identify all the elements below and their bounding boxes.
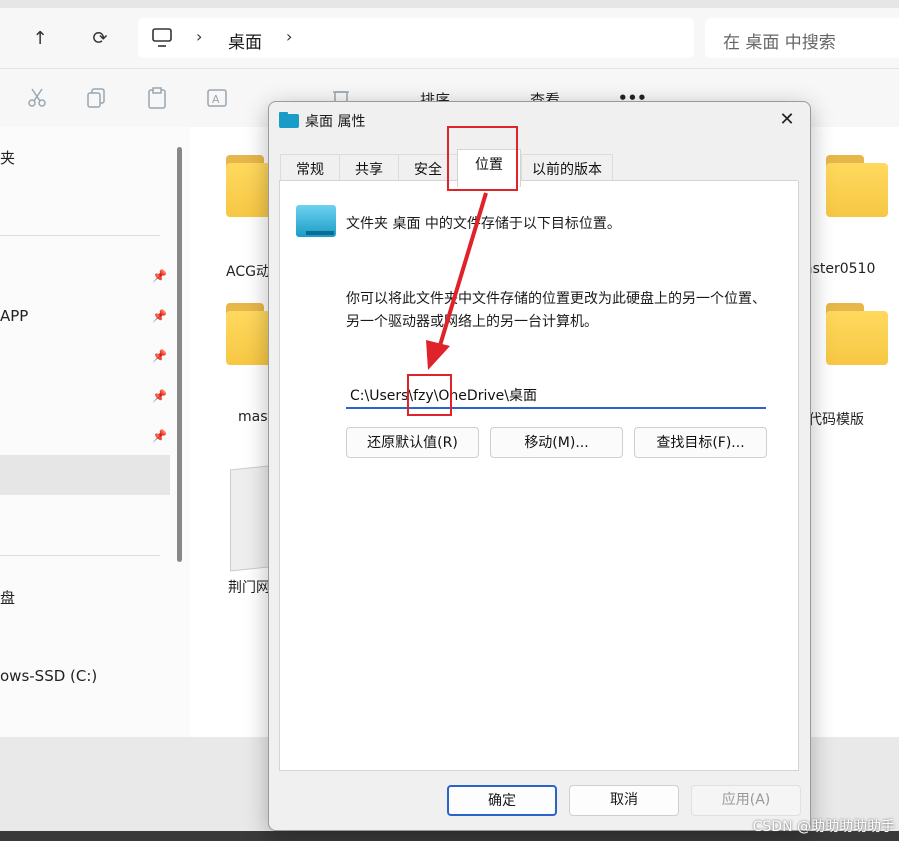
annotation-box-tab [447, 126, 518, 191]
search-placeholder: 在 桌面 中搜索 [723, 33, 836, 53]
cancel-button[interactable]: 取消 [569, 785, 679, 816]
folder-icon [296, 205, 336, 237]
nav-item[interactable]: 夹 [0, 147, 15, 168]
move-button[interactable]: 移动(M)... [490, 427, 623, 458]
ok-button[interactable]: 确定 [447, 785, 557, 816]
file-label[interactable]: 代码模版 [808, 409, 864, 429]
file-label[interactable]: aster0510 [804, 261, 875, 277]
paste-icon[interactable] [146, 87, 168, 109]
dialog-title: 桌面 属性 [305, 114, 366, 130]
file-label[interactable]: ACG动 [226, 261, 270, 281]
pin-icon[interactable]: 📌 [152, 349, 167, 363]
nav-item-selected[interactable] [0, 455, 170, 495]
refresh-icon[interactable]: ⟳ [84, 22, 116, 54]
location-help-text: 你可以将此文件夹中文件存储的位置更改为此硬盘上的另一个位置、另一个驱动器或网络上… [346, 291, 766, 330]
find-target-button[interactable]: 查找目标(F)... [634, 427, 767, 458]
search-input[interactable]: 在 桌面 中搜索 [705, 18, 899, 58]
address-bar[interactable]: › 桌面 › [138, 18, 694, 58]
restore-default-button[interactable]: 还原默认值(R) [346, 427, 479, 458]
pin-icon[interactable]: 📌 [152, 389, 167, 403]
apply-button[interactable]: 应用(A) [691, 785, 801, 816]
copy-icon[interactable] [86, 87, 108, 109]
annotation-box-path [407, 374, 452, 416]
divider [0, 555, 160, 556]
folder-icon[interactable] [826, 303, 888, 365]
pin-icon[interactable]: 📌 [152, 309, 167, 323]
divider [0, 235, 160, 236]
chevron-right-icon[interactable]: › [286, 27, 292, 46]
window-top-strip [0, 0, 899, 8]
chevron-right-icon[interactable]: › [196, 27, 202, 46]
nav-item[interactable]: APP [0, 307, 28, 325]
pin-icon[interactable]: 📌 [152, 429, 167, 443]
breadcrumb-location[interactable]: 桌面 [228, 28, 262, 53]
location-panel: 文件夹 桌面 中的文件存储于以下目标位置。 你可以将此文件夹中文件存储的位置更改… [279, 181, 799, 771]
cut-icon[interactable] [26, 87, 48, 109]
folder-icon[interactable] [826, 155, 888, 217]
navigation-pane: 夹 📌 APP 📌 📌 📌 📌 盘 ows-SSD (C:) [0, 127, 190, 737]
folder-blue-icon [279, 112, 299, 128]
pin-icon[interactable]: 📌 [152, 269, 167, 283]
rename-icon[interactable]: A [206, 87, 228, 109]
up-arrow-icon[interactable]: ↑ [24, 22, 56, 54]
location-description: 文件夹 桌面 中的文件存储于以下目标位置。 [346, 216, 621, 232]
properties-dialog: 桌面 属性 ✕ 常规 共享 安全 位置 以前的版本 文件夹 桌面 中的文件存储于… [268, 101, 811, 831]
address-row: ↑ ⟳ › 桌面 › 在 桌面 中搜索 [0, 8, 899, 68]
svg-text:A: A [212, 93, 220, 106]
computer-icon [152, 28, 172, 47]
scrollbar[interactable] [177, 147, 182, 562]
close-icon[interactable]: ✕ [777, 110, 797, 130]
file-label[interactable]: 荆门网 [228, 577, 270, 597]
nav-item[interactable]: 盘 [0, 587, 15, 608]
nav-item-drive-c[interactable]: ows-SSD (C:) [0, 667, 97, 685]
watermark: CSDN @助助助助助手 [752, 819, 895, 835]
